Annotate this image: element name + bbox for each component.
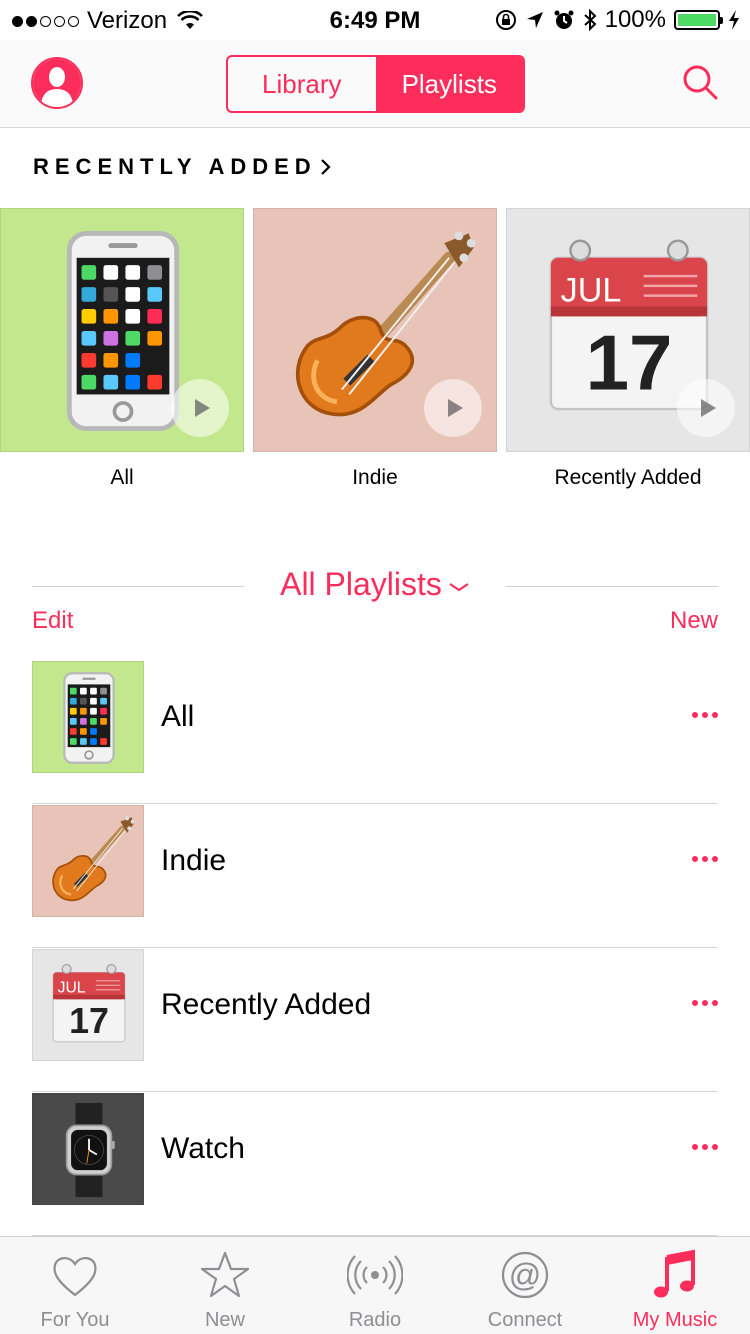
play-icon	[701, 399, 716, 417]
playlist-artwork[interactable]	[253, 208, 497, 452]
tab-label: Radio	[348, 1309, 402, 1331]
playlist-thumbnail	[32, 661, 144, 773]
all-playlists-header: All Playlists	[32, 560, 718, 614]
heart-icon	[53, 1257, 97, 1297]
recently-added-label: All	[110, 466, 134, 489]
playlist-row[interactable]: All	[32, 660, 718, 804]
tab-new[interactable]: New	[150, 1237, 300, 1334]
recently-added-item[interactable]: JUL 17 Recently Added	[506, 208, 750, 490]
orientation-lock-icon	[495, 10, 516, 30]
tab-my-music[interactable]: My Music	[600, 1237, 750, 1334]
watch-icon	[33, 1094, 144, 1205]
recently-added-item[interactable]: All	[0, 208, 244, 490]
battery-percentage: 100%	[604, 6, 666, 33]
edit-button[interactable]: Edit	[32, 607, 73, 635]
bluetooth-icon	[583, 8, 597, 32]
at-icon: @	[501, 1251, 549, 1299]
recently-added-item[interactable]: Indie	[253, 208, 497, 490]
chevron-right-icon	[320, 159, 331, 175]
more-options-button[interactable]	[692, 856, 718, 862]
recently-added-label: Indie	[352, 466, 398, 489]
playlist-name: All	[161, 700, 195, 733]
play-icon	[448, 399, 463, 417]
playlist-thumbnail	[32, 805, 144, 917]
segment-library[interactable]: Library	[228, 57, 376, 111]
playlist-name: Recently Added	[161, 988, 372, 1021]
mobile-phone-icon	[33, 662, 144, 773]
battery-icon	[674, 10, 723, 30]
playlist-name: Indie	[161, 844, 227, 877]
recently-added-carousel: All Indie JUL 17 Recently Added	[0, 208, 750, 508]
svg-text:@: @	[509, 1257, 541, 1293]
tab-label: Connect	[487, 1309, 563, 1331]
tab-bar: For You New Radio @ Connect My Music	[0, 1236, 750, 1334]
radio-icon	[347, 1255, 403, 1295]
playlist-artwork[interactable]	[0, 208, 244, 452]
new-playlist-button[interactable]: New	[670, 607, 718, 635]
profile-button[interactable]	[31, 57, 83, 109]
playlist-thumbnail	[32, 1093, 144, 1205]
charging-bolt-icon	[729, 10, 739, 30]
music-note-icon	[654, 1249, 695, 1298]
all-playlists-title: All Playlists	[280, 566, 442, 602]
recently-added-label: Recently Added	[554, 466, 702, 489]
recently-added-header[interactable]: RECENTLY ADDED	[33, 154, 333, 180]
calendar-icon	[33, 950, 144, 1061]
more-options-button[interactable]	[692, 712, 718, 718]
calendar-month: JUL	[561, 272, 622, 310]
playlist-thumbnail	[32, 949, 144, 1061]
more-options-button[interactable]	[692, 1000, 718, 1006]
guitar-icon	[33, 806, 144, 917]
playlist-list: All Indie Recently Added Watch	[32, 660, 718, 1236]
navigation-bar: Library Playlists	[0, 40, 750, 128]
recently-added-title: RECENTLY ADDED	[33, 154, 317, 179]
playlist-row[interactable]: Indie	[32, 804, 718, 948]
star-icon	[200, 1251, 250, 1298]
play-button[interactable]	[171, 379, 229, 437]
playlist-row[interactable]: Watch	[32, 1092, 718, 1236]
tab-label: My Music	[632, 1309, 718, 1331]
status-right: 100%	[495, 6, 740, 34]
playlist-name: Watch	[161, 1132, 245, 1165]
playlist-artwork[interactable]: JUL 17	[506, 208, 750, 452]
play-icon	[195, 399, 210, 417]
playlist-row[interactable]: Recently Added	[32, 948, 718, 1092]
search-icon	[683, 65, 718, 100]
segment-playlists[interactable]: Playlists	[375, 57, 523, 111]
alarm-icon	[554, 10, 574, 29]
calendar-day: 17	[586, 319, 673, 407]
person-icon	[33, 59, 81, 107]
library-playlists-segmented-control: Library Playlists	[226, 55, 525, 113]
search-button[interactable]	[680, 62, 722, 104]
chevron-down-icon	[449, 582, 469, 591]
tab-label: For You	[40, 1309, 110, 1331]
status-bar: Verizon 6:49 PM 100%	[0, 0, 750, 40]
all-playlists-filter[interactable]: All Playlists	[32, 566, 718, 603]
tab-label: New	[204, 1309, 245, 1331]
tab-for-you[interactable]: For You	[0, 1237, 150, 1334]
tab-radio[interactable]: Radio	[300, 1237, 450, 1334]
play-button[interactable]	[424, 379, 482, 437]
tab-connect[interactable]: @ Connect	[450, 1237, 600, 1334]
play-button[interactable]	[677, 379, 735, 437]
location-icon	[526, 12, 543, 28]
more-options-button[interactable]	[692, 1144, 718, 1150]
